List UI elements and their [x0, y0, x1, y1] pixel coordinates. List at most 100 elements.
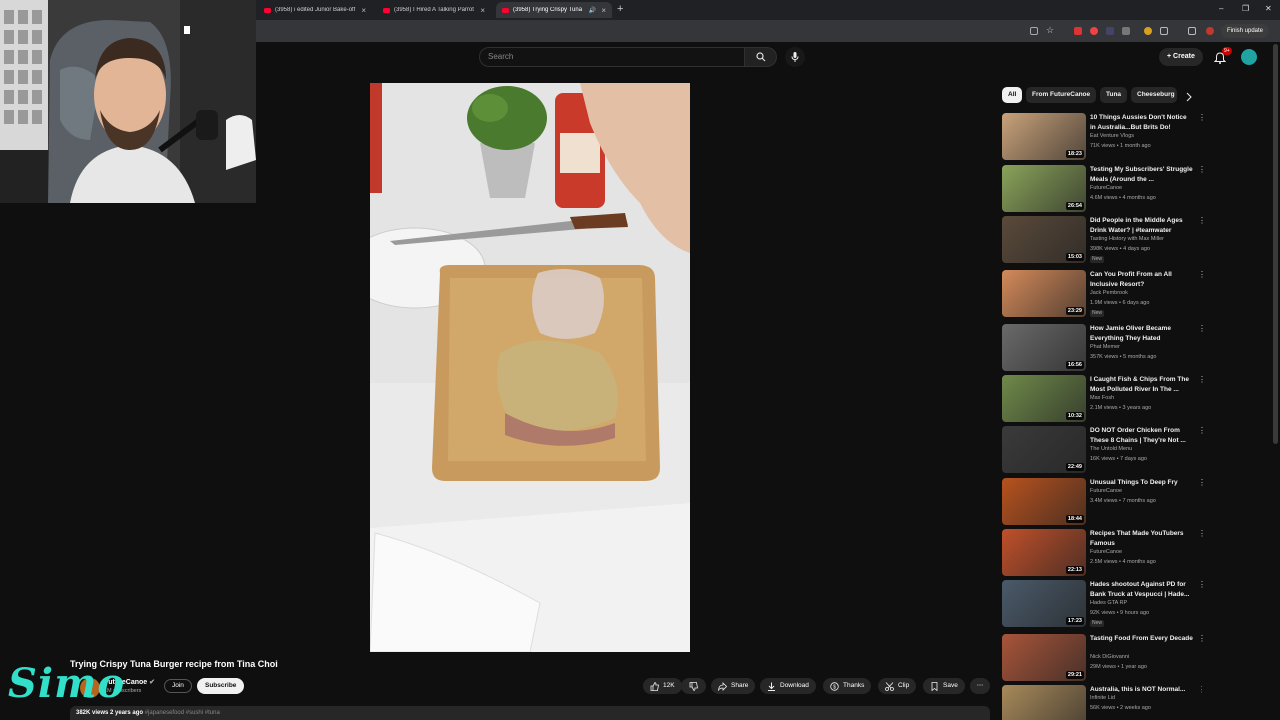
search-button[interactable]	[745, 47, 777, 67]
video-thumbnail[interactable]: 26:54	[1002, 165, 1086, 212]
recommendation-item[interactable]: 10:32 I Caught Fish & Chips From The Mos…	[1002, 375, 1206, 423]
voice-search-button[interactable]	[785, 47, 805, 67]
browser-tab[interactable]: (3958) I Hired A Talking Parrot ×	[377, 2, 491, 18]
recommendation-item[interactable]: 26:54 Testing My Subscribers' Struggle M…	[1002, 165, 1206, 213]
recommendation-title[interactable]: Can You Profit From an All Inclusive Res…	[1090, 270, 1194, 290]
browser-tab[interactable]: (3958) i edited Junior Bake-off ! ×	[258, 2, 372, 18]
recommendation-channel[interactable]: FutureCanoe	[1090, 185, 1122, 191]
more-vert-icon[interactable]: ⋮	[1198, 580, 1206, 589]
close-tab-icon[interactable]: ×	[361, 6, 366, 15]
chip-tuna[interactable]: Tuna	[1100, 87, 1128, 103]
extension-icon[interactable]	[1144, 27, 1152, 35]
more-actions-button[interactable]: ⋯	[970, 678, 990, 694]
finish-update-button[interactable]: Finish update	[1221, 24, 1270, 38]
more-vert-icon[interactable]: ⋮	[1198, 426, 1206, 435]
like-button[interactable]: 12K	[643, 678, 682, 694]
recommendation-item[interactable]: 22:49 DO NOT Order Chicken From These 8 …	[1002, 426, 1206, 474]
recommendation-title[interactable]: 10 Things Aussies Don't Notice in Austra…	[1090, 113, 1194, 133]
profile-icon[interactable]	[1206, 27, 1214, 35]
recommendation-item[interactable]: 18:23 10 Things Aussies Don't Notice in …	[1002, 113, 1206, 161]
recommendation-title[interactable]: Testing My Subscribers' Struggle Meals (…	[1090, 165, 1194, 185]
media-icon[interactable]	[1188, 27, 1196, 35]
new-tab-icon[interactable]: +	[617, 3, 623, 15]
video-thumbnail[interactable]: 16:56	[1002, 324, 1086, 371]
recommendation-item[interactable]: 29:21 Tasting Food From Every Decade Nic…	[1002, 634, 1206, 682]
video-thumbnail[interactable]: 10:32	[1002, 375, 1086, 422]
restore-icon[interactable]: ❐	[1242, 4, 1249, 13]
recommendation-channel[interactable]: The Untold Menu	[1090, 446, 1132, 452]
recommendation-title[interactable]: Tasting Food From Every Decade	[1090, 634, 1194, 644]
more-vert-icon[interactable]: ⋮	[1198, 529, 1206, 538]
recommendation-title[interactable]: Hades shootout Against PD for Bank Truck…	[1090, 580, 1194, 600]
video-thumbnail[interactable]: 29:21	[1002, 634, 1086, 681]
speaker-icon[interactable]: 🔊	[589, 7, 596, 14]
create-button[interactable]: + Create	[1159, 48, 1203, 66]
recommendation-item[interactable]: 16:56 How Jamie Oliver Became Everything…	[1002, 324, 1206, 372]
clip-button[interactable]: Clip	[878, 678, 917, 694]
more-vert-icon[interactable]: ⋮	[1198, 634, 1206, 643]
video-thumbnail[interactable]: 22:49	[1002, 426, 1086, 473]
more-vert-icon[interactable]: ⋮	[1198, 165, 1206, 174]
download-button[interactable]: Download	[760, 678, 816, 694]
extensions-puzzle-icon[interactable]	[1160, 27, 1168, 35]
recommendation-title[interactable]: Recipes That Made YouTubers Famous	[1090, 529, 1194, 549]
account-avatar[interactable]	[1241, 49, 1257, 65]
recommendation-item[interactable]: 23:29 Can You Profit From an All Inclusi…	[1002, 270, 1206, 318]
dislike-button[interactable]	[681, 678, 706, 694]
video-thumbnail[interactable]	[1002, 685, 1086, 720]
close-window-icon[interactable]: ✕	[1265, 4, 1272, 13]
video-thumbnail[interactable]: 18:44	[1002, 478, 1086, 525]
recommendation-title[interactable]: Australia, this is NOT Normal...	[1090, 685, 1194, 695]
extension-icon[interactable]	[1106, 27, 1114, 35]
recommendation-channel[interactable]: FutureCanoe	[1090, 549, 1122, 555]
video-player[interactable]	[370, 83, 690, 652]
chip-cheeseburger[interactable]: Cheeseburg	[1131, 87, 1177, 103]
more-vert-icon[interactable]: ⋮	[1198, 216, 1206, 225]
subscribe-button[interactable]: Subscribe	[197, 678, 245, 694]
recommendation-title[interactable]: I Caught Fish & Chips From The Most Poll…	[1090, 375, 1194, 395]
save-button[interactable]: Save	[923, 678, 965, 694]
page-scrollbar[interactable]	[1273, 44, 1278, 444]
close-tab-icon[interactable]: ×	[601, 6, 606, 15]
recommendation-channel[interactable]: Infinite Lid	[1090, 695, 1115, 701]
close-tab-icon[interactable]: ×	[480, 6, 485, 15]
bookmark-star-icon[interactable]: ☆	[1046, 25, 1054, 35]
recommendation-item[interactable]: 17:23 Hades shootout Against PD for Bank…	[1002, 580, 1206, 628]
hashtags[interactable]: #japanesefood #sushi #tuna	[145, 710, 220, 716]
extension-icon[interactable]	[1122, 27, 1130, 35]
recommendation-channel[interactable]: Nick DiGiovanni	[1090, 654, 1129, 660]
recommendation-title[interactable]: DO NOT Order Chicken From These 8 Chains…	[1090, 426, 1194, 446]
recommendation-channel[interactable]: Max Fosh	[1090, 395, 1114, 401]
recommendation-item[interactable]: 22:13 Recipes That Made YouTubers Famous…	[1002, 529, 1206, 577]
more-vert-icon[interactable]: ⋮	[1198, 270, 1206, 279]
more-vert-icon[interactable]: ⋮	[1198, 375, 1206, 384]
search-input[interactable]: Search	[479, 47, 745, 67]
video-thumbnail[interactable]: 23:29	[1002, 270, 1086, 317]
share-button[interactable]: Share	[711, 678, 756, 694]
recommendation-title[interactable]: Did People in the Middle Ages Drink Wate…	[1090, 216, 1194, 236]
recommendation-title[interactable]: Unusual Things To Deep Fry	[1090, 478, 1194, 488]
join-button[interactable]: Join	[164, 679, 192, 693]
chevron-right-icon[interactable]	[1186, 89, 1192, 107]
extension-icon[interactable]	[1090, 27, 1098, 35]
thanks-button[interactable]: $ Thanks	[823, 678, 872, 694]
video-thumbnail[interactable]: 22:13	[1002, 529, 1086, 576]
video-thumbnail[interactable]: 15:03	[1002, 216, 1086, 263]
recommendation-item[interactable]: Australia, this is NOT Normal... Infinit…	[1002, 685, 1202, 720]
minimize-icon[interactable]: –	[1219, 4, 1223, 13]
more-vert-icon[interactable]: ⋮	[1198, 324, 1206, 333]
recommendation-item[interactable]: 15:03 Did People in the Middle Ages Drin…	[1002, 216, 1206, 264]
recommendation-channel[interactable]: Tasting History with Max Miller	[1090, 236, 1164, 242]
extension-icon[interactable]	[1074, 27, 1082, 35]
more-vert-icon[interactable]: ⋮	[1198, 478, 1206, 487]
video-thumbnail[interactable]: 18:23	[1002, 113, 1086, 160]
more-vert-icon[interactable]: ⋮	[1198, 113, 1206, 122]
video-thumbnail[interactable]: 17:23	[1002, 580, 1086, 627]
recommendation-channel[interactable]: FutureCanoe	[1090, 488, 1122, 494]
recommendation-item[interactable]: 18:44 Unusual Things To Deep Fry FutureC…	[1002, 478, 1206, 526]
chip-from-futurecanoe[interactable]: From FutureCanoe	[1026, 87, 1097, 103]
recommendation-channel[interactable]: Phat Memer	[1090, 344, 1120, 350]
recommendation-channel[interactable]: Jack Pembrook	[1090, 290, 1128, 296]
chip-all[interactable]: All	[1002, 87, 1023, 103]
recommendation-channel[interactable]: Hades GTA RP	[1090, 600, 1127, 606]
